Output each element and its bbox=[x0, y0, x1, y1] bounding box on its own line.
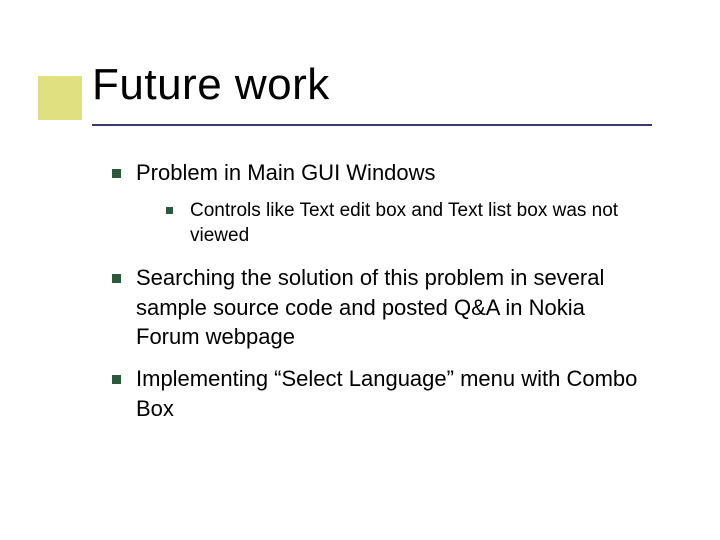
square-bullet-icon bbox=[112, 169, 121, 178]
bullet-text: Implementing “Select Language” menu with… bbox=[136, 366, 637, 421]
bullet-level1: Searching the solution of this problem i… bbox=[112, 263, 652, 352]
bullet-text: Problem in Main GUI Windows bbox=[136, 160, 436, 185]
slide-title: Future work bbox=[92, 60, 330, 110]
slide: Future work Problem in Main GUI Windows … bbox=[0, 0, 720, 540]
square-bullet-icon bbox=[166, 207, 173, 214]
bullet-level1: Problem in Main GUI Windows Controls lik… bbox=[112, 158, 652, 249]
bullet-text: Searching the solution of this problem i… bbox=[136, 265, 604, 349]
bullet-level1: Implementing “Select Language” menu with… bbox=[112, 364, 652, 423]
bullet-level2: Controls like Text edit box and Text lis… bbox=[166, 198, 652, 249]
bullet-text: Controls like Text edit box and Text lis… bbox=[190, 200, 618, 247]
title-accent-box bbox=[38, 76, 82, 120]
square-bullet-icon bbox=[112, 274, 121, 283]
title-underline bbox=[92, 124, 652, 126]
square-bullet-icon bbox=[112, 375, 121, 384]
slide-body: Problem in Main GUI Windows Controls lik… bbox=[112, 158, 652, 435]
